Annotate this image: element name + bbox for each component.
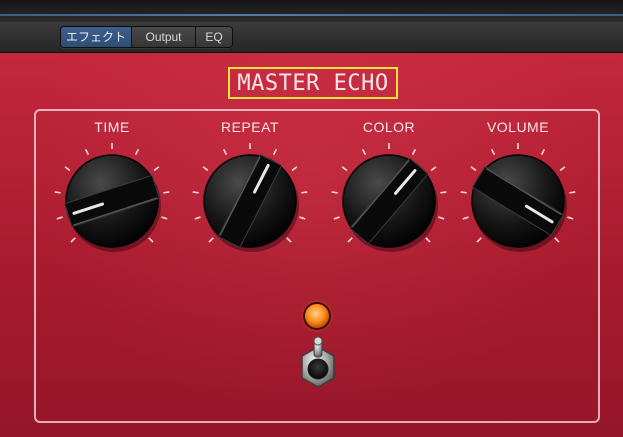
knob-tick [425,237,431,243]
knob-label-volume: VOLUME [486,119,550,135]
tab-effect[interactable]: エフェクト [61,27,132,47]
pedal-body: MASTER ECHO TIME REPEAT COLOR VOLUME [0,53,623,437]
top-accent-line [0,14,623,16]
bypass-footswitch[interactable] [288,336,348,397]
knob-tick [202,166,209,172]
knob-tick [272,148,278,156]
knob-tick [64,166,71,172]
knob-tick [194,216,201,220]
knob-tick [569,191,576,194]
knob-tick [301,191,308,194]
knob-tick [476,237,482,243]
knob-graphic [460,143,576,252]
knob-graphic [192,143,308,252]
knob-tick [540,148,546,156]
color-knob[interactable] [329,141,449,261]
knob-tick [161,216,168,220]
volume-knob[interactable] [458,141,578,261]
pedal-title: MASTER ECHO [228,67,398,99]
repeat-knob[interactable] [190,141,310,261]
knob-tick [470,166,477,172]
knob-tick [554,237,560,243]
time-knob[interactable] [52,141,172,261]
knob-tick [567,216,574,220]
knob-tick [134,148,140,156]
tab-segmented-control: エフェクト Output EQ [60,26,233,48]
knob-graphic [331,143,447,252]
knob-tick [331,191,338,194]
knob-tick [222,148,228,156]
knob-tick [411,148,417,156]
knob-tick [54,191,61,194]
knob-tick [430,166,437,172]
knob-tick [192,191,199,194]
knob-tick [361,148,367,156]
knob-graphic [54,143,170,252]
status-led [305,304,329,328]
knob-tick [84,148,90,156]
knob-tick [299,216,306,220]
knob-tick [70,237,76,243]
knob-tick [347,237,353,243]
knob-tick [438,216,445,220]
tab-output[interactable]: Output [132,27,196,47]
knob-tick [341,166,348,172]
knob-tick [163,191,170,194]
amp-effect-window: エフェクト Output EQ MASTER ECHO TIME REPEAT … [0,0,623,437]
knob-tick [333,216,340,220]
knob-tick [208,237,214,243]
knob-tick [462,216,469,220]
knob-tick [291,166,298,172]
knob-tick [559,166,566,172]
footswitch-icon [301,336,335,388]
knob-label-time: TIME [94,119,130,135]
top-strip [0,0,623,22]
knob-tick [460,191,467,194]
knob-label-repeat: REPEAT [221,119,279,135]
knob-tick [440,191,447,194]
knob-tick [56,216,63,220]
knob-label-color: COLOR [362,119,416,135]
tab-eq[interactable]: EQ [196,27,232,47]
knob-tick [148,237,154,243]
knob-tick [153,166,160,172]
knob-tick [490,148,496,156]
knob-tick [286,237,292,243]
tab-bar: エフェクト Output EQ [0,22,623,53]
